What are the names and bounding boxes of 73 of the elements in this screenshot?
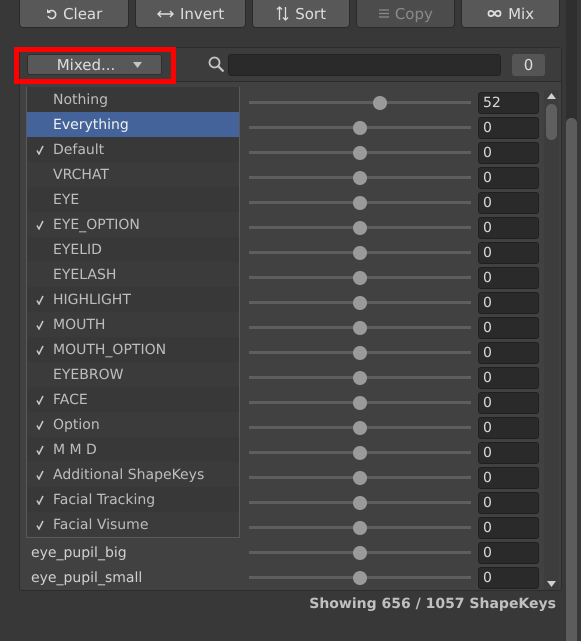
value-field[interactable]: 0 (478, 416, 539, 438)
value-field[interactable]: 0 (478, 442, 539, 464)
scrollbar-thumb[interactable] (566, 118, 577, 641)
slider-thumb[interactable] (353, 370, 367, 384)
filter-dropdown[interactable]: Mixed... (27, 54, 162, 75)
value-field[interactable]: 52 (478, 92, 539, 114)
slider-thumb[interactable] (372, 96, 387, 110)
menu-item[interactable]: EYE (27, 187, 239, 212)
value-field[interactable]: 0 (478, 116, 539, 138)
slider-thumb[interactable] (353, 320, 367, 334)
slider-thumb[interactable] (353, 346, 367, 360)
slider-thumb[interactable] (353, 146, 367, 160)
slider-thumb[interactable] (353, 270, 367, 284)
search-icon (208, 56, 225, 73)
slider-thumb[interactable] (353, 570, 367, 584)
value-field[interactable]: 0 (478, 292, 539, 314)
slider-thumb[interactable] (353, 446, 367, 460)
slider-thumb[interactable] (353, 220, 367, 234)
scrollbar[interactable] (566, 0, 577, 641)
value-field[interactable]: 0 (478, 216, 539, 238)
value-field[interactable]: 0 (478, 366, 539, 388)
menu-item[interactable]: Default (27, 137, 239, 162)
slider-thumb[interactable] (353, 196, 367, 210)
menu-item[interactable]: FACE (27, 387, 239, 412)
slider-thumb[interactable] (353, 296, 367, 310)
value-field[interactable]: 0 (478, 516, 539, 538)
value-field[interactable]: 0 (478, 316, 539, 338)
menu-item[interactable]: Nothing (27, 87, 239, 112)
double-arrow-icon (156, 8, 174, 18)
value-field[interactable]: 0 (478, 542, 539, 564)
menu-item[interactable]: M M D (27, 437, 239, 462)
toolbar-button[interactable]: Invert (135, 0, 246, 28)
value-field[interactable]: 0 (478, 492, 539, 514)
scroll-up-icon[interactable] (547, 93, 556, 99)
slider-thumb[interactable] (353, 470, 367, 484)
toolbar-button[interactable]: Clear (19, 0, 130, 28)
toolbar-button[interactable]: Mix (461, 0, 560, 28)
shapekey-name: eye_pupil_small (31, 570, 142, 586)
scroll-down-icon[interactable] (547, 581, 556, 587)
menu-item[interactable]: EYELID (27, 237, 239, 262)
menu-item[interactable]: Everything (27, 112, 239, 137)
infinity-icon (487, 9, 502, 18)
value-field[interactable]: 0 (478, 192, 539, 214)
slider-thumb[interactable] (353, 246, 367, 260)
slider-thumb[interactable] (353, 496, 367, 510)
scrollbar-thumb[interactable] (546, 104, 557, 140)
slider-thumb[interactable] (353, 120, 367, 134)
value-field[interactable]: 0 (478, 242, 539, 264)
sort-icon (276, 6, 290, 21)
value-field[interactable]: 0 (478, 166, 539, 188)
slider-thumb[interactable] (353, 170, 367, 184)
search-field[interactable] (228, 54, 501, 76)
lines-icon (378, 9, 389, 18)
shapekey-name: eye_pupil_big (31, 544, 127, 560)
caret-icon (133, 62, 142, 68)
value-field[interactable]: 0 (478, 266, 539, 288)
value-field[interactable]: 0 (478, 466, 539, 488)
slider-thumb[interactable] (353, 520, 367, 534)
slider-thumb[interactable] (353, 546, 367, 560)
undo-icon (46, 8, 58, 20)
menu-item[interactable]: MOUTH_OPTION (27, 337, 239, 362)
menu-item[interactable]: Facial Tracking (27, 487, 239, 512)
value-field[interactable]: 0 (478, 342, 539, 364)
menu-item[interactable]: HIGHLIGHT (27, 287, 239, 312)
value-field[interactable]: 0 (478, 142, 539, 164)
value-field[interactable]: 0 (478, 566, 539, 588)
value-field[interactable]: 0 (478, 392, 539, 414)
slider-thumb[interactable] (353, 420, 367, 434)
scrollbar[interactable] (544, 90, 559, 590)
slider-thumb[interactable] (353, 396, 367, 410)
toolbar-button[interactable]: Sort (252, 0, 350, 28)
status-text: Showing 656 / 1057 ShapeKeys (308, 596, 557, 612)
count-field: 0 (512, 54, 545, 76)
